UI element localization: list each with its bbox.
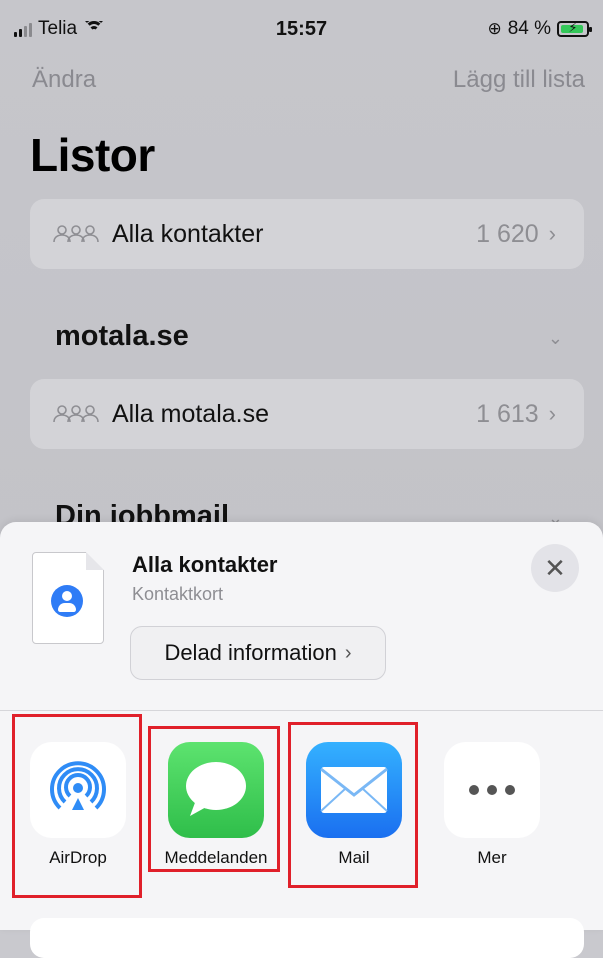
contacts-lists-screen: Telia 15:57 ⊕ 84 % ⚡ Ändra Lägg till lis… xyxy=(0,0,603,958)
list-row-label: Alla kontakter xyxy=(112,219,264,248)
list-row-count: 1 613 xyxy=(476,399,539,428)
close-button[interactable]: ✕ xyxy=(531,544,579,592)
contact-card-file-icon xyxy=(32,552,104,644)
lock-rotation-icon: ⊕ xyxy=(487,19,502,38)
section-title-motala: motala.se xyxy=(55,320,189,352)
shared-info-button[interactable]: Delad information › xyxy=(130,626,386,680)
divider xyxy=(0,710,603,711)
people-icon xyxy=(53,405,99,423)
chevron-down-icon[interactable]: ⌄ xyxy=(548,328,563,349)
messages-icon xyxy=(168,742,264,838)
chevron-right-icon: › xyxy=(344,641,352,664)
share-app-airdrop[interactable]: AirDrop xyxy=(18,722,138,868)
list-row-all-motala[interactable]: Alla motala.se 1 613 › xyxy=(30,379,584,449)
share-app-name: AirDrop xyxy=(49,848,107,867)
shared-info-label: Delad information xyxy=(164,640,337,665)
share-app-messages[interactable]: Meddelanden xyxy=(156,722,276,868)
list-row-label: Alla motala.se xyxy=(112,399,270,428)
mail-icon xyxy=(306,742,402,838)
chevron-right-icon: › xyxy=(548,401,556,426)
list-row-all-contacts[interactable]: Alla kontakter 1 620 › xyxy=(30,199,584,269)
share-sheet: Alla kontakter Kontaktkort Delad informa… xyxy=(0,522,603,958)
battery-icon: ⚡ xyxy=(557,20,592,37)
share-app-name: Mer xyxy=(477,848,507,867)
status-bar: Telia 15:57 ⊕ 84 % ⚡ xyxy=(0,0,603,56)
more-icon xyxy=(444,742,540,838)
people-icon xyxy=(53,225,99,243)
close-icon: ✕ xyxy=(544,552,566,583)
list-row-count: 1 620 xyxy=(476,219,539,248)
edit-button[interactable]: Ändra xyxy=(32,66,96,94)
chevron-right-icon: › xyxy=(548,221,556,246)
action-list-card xyxy=(30,918,584,958)
status-right: ⊕ 84 % ⚡ xyxy=(487,18,592,40)
share-app-more[interactable]: Mer xyxy=(432,722,552,868)
share-app-mail[interactable]: Mail xyxy=(294,722,414,868)
share-app-name: Meddelanden xyxy=(164,848,268,867)
page-title: Listor xyxy=(30,129,155,181)
battery-percent: 84 % xyxy=(507,18,551,39)
share-sheet-subtitle: Kontaktkort xyxy=(132,584,224,604)
share-sheet-title: Alla kontakter xyxy=(132,552,278,577)
add-list-button[interactable]: Lägg till lista xyxy=(453,66,585,94)
share-app-name: Mail xyxy=(338,848,370,867)
airdrop-icon xyxy=(30,742,126,838)
